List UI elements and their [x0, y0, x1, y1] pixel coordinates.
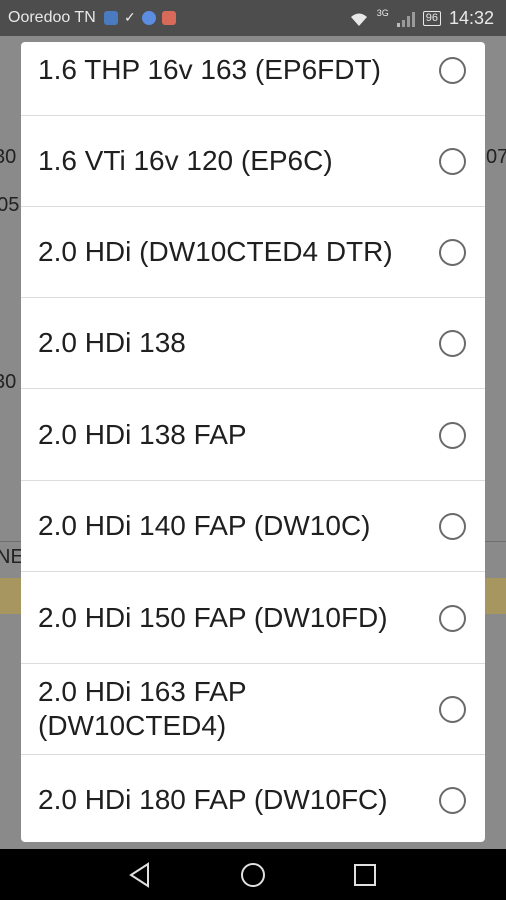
clock: 14:32: [448, 8, 494, 28]
option-label: 1.6 VTi 16v 120 (EP6C): [38, 145, 333, 176]
list-item[interactable]: 1.6 VTi 16v 120 (EP6C): [21, 116, 485, 207]
option-label: 2.0 HDi (DW10CTED4 DTR): [38, 236, 393, 267]
option-label: 2.0 HDi 138 FAP: [38, 419, 247, 450]
radio-button[interactable]: [439, 239, 466, 266]
background-fragment: 07: [486, 146, 506, 168]
wifi-icon: [350, 13, 367, 26]
radio-button[interactable]: [439, 513, 466, 540]
navigation-bar: [0, 849, 506, 900]
option-label: 2.0 HDi 180 FAP (DW10FC): [38, 784, 388, 815]
download-done-icon: ✓: [124, 9, 136, 25]
recents-icon[interactable]: [353, 862, 377, 888]
status-bar: Ooredoo TN ✓ 3G 96 14:32: [0, 0, 506, 36]
engine-select-dialog: 1.6 THP 16v 163 (EP6FDT) 1.6 VTi 16v 120…: [21, 42, 485, 842]
background-fragment: 30: [0, 146, 17, 168]
shield-icon: [104, 10, 118, 25]
list-item[interactable]: 2.0 HDi 163 FAP (DW10CTED4): [21, 664, 485, 755]
radio-button[interactable]: [439, 605, 466, 632]
list-item[interactable]: 2.0 HDi 150 FAP (DW10FD): [21, 573, 485, 664]
messenger-icon: [141, 10, 156, 25]
list-item[interactable]: 2.0 HDi 180 FAP (DW10FC): [21, 755, 485, 842]
status-right: 3G 96 14:32: [349, 8, 494, 29]
option-label: 2.0 HDi 150 FAP (DW10FD): [38, 602, 388, 633]
notification-icons: ✓: [104, 9, 176, 26]
background-fragment: 30: [0, 371, 17, 393]
home-icon[interactable]: [240, 862, 266, 888]
radio-button[interactable]: [439, 696, 466, 723]
radio-button[interactable]: [439, 57, 466, 84]
option-label: 2.0 HDi 140 FAP (DW10C): [38, 510, 371, 541]
background-fragment: 405: [0, 194, 20, 216]
back-icon[interactable]: [128, 862, 152, 888]
list-item[interactable]: 2.0 HDi 138: [21, 298, 485, 389]
radio-button[interactable]: [439, 422, 466, 449]
list-item[interactable]: 2.0 HDi (DW10CTED4 DTR): [21, 207, 485, 298]
radio-button[interactable]: [439, 148, 466, 175]
list-item[interactable]: 2.0 HDi 140 FAP (DW10C): [21, 481, 485, 572]
carrier-name: Ooredoo TN: [8, 9, 96, 26]
option-label: 2.0 HDi 163 FAP (DW10CTED4): [38, 676, 247, 741]
radio-button[interactable]: [439, 330, 466, 357]
option-label: 1.6 THP 16v 163 (EP6FDT): [38, 54, 381, 85]
option-label: 2.0 HDi 138: [38, 327, 186, 358]
battery-indicator: 96: [422, 11, 441, 26]
radio-button[interactable]: [439, 787, 466, 814]
signal-icon: [396, 11, 415, 27]
list-item[interactable]: 1.6 THP 16v 163 (EP6FDT): [21, 42, 485, 116]
network-type: 3G: [376, 7, 389, 18]
app-notification-icon: [161, 10, 176, 25]
list-item[interactable]: 2.0 HDi 138 FAP: [21, 390, 485, 481]
